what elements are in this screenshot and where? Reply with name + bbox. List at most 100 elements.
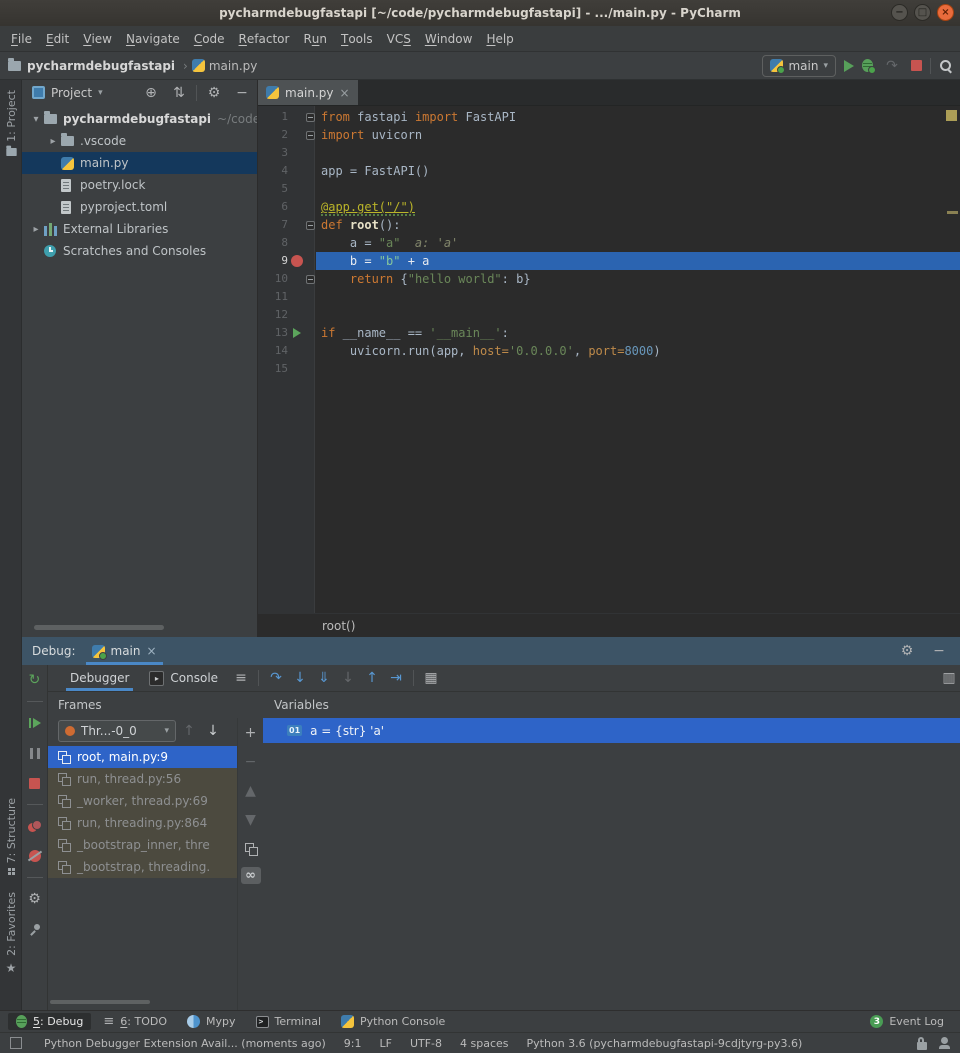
hide-panel-icon[interactable]: − [231, 82, 253, 104]
line-number[interactable]: 2 [258, 126, 290, 144]
sidebar-tab-project[interactable]: 1: Project [0, 90, 22, 157]
duplicate-icon[interactable] [240, 838, 262, 860]
stack-frame-row[interactable]: run, thread.py:56 [48, 768, 237, 790]
run-configuration-select[interactable]: main ▾ [762, 55, 836, 77]
gutter-icon-column[interactable] [290, 255, 304, 267]
collapse-all-icon[interactable]: ⇅ [168, 82, 190, 104]
run-button[interactable] [844, 60, 854, 72]
settings-icon[interactable]: ⚙ [24, 888, 46, 910]
line-number[interactable]: 7 [258, 216, 290, 234]
toolwindow-button-terminal[interactable]: >Terminal [248, 1013, 330, 1030]
chevron-down-icon[interactable]: ▾ [98, 88, 103, 98]
toolwindow-button-5-debug[interactable]: 5: Debug [8, 1013, 91, 1030]
line-number[interactable]: 12 [258, 306, 290, 324]
pin-icon[interactable] [24, 918, 46, 940]
show-execution-point-icon[interactable]: ≡ [230, 667, 252, 689]
force-step-into-icon[interactable]: ⇓ [313, 667, 335, 689]
tree-item-pyproject-toml[interactable]: pyproject.toml [22, 196, 257, 218]
fold-marker-icon[interactable] [306, 275, 315, 284]
toolwindow-button-python-console[interactable]: Python Console [333, 1013, 453, 1030]
breadcrumb-function[interactable]: root() [322, 619, 355, 633]
warning-stripe-mark[interactable] [947, 211, 958, 214]
gutter-icon-column[interactable] [290, 328, 304, 338]
fold-marker-icon[interactable] [306, 131, 315, 140]
breakpoint-icon[interactable] [291, 255, 303, 267]
inspection-indicator[interactable] [946, 110, 957, 121]
tree-expanded-icon[interactable]: ▾ [28, 114, 44, 125]
stack-frame-row[interactable]: _bootstrap_inner, thre [48, 834, 237, 856]
line-number[interactable]: 10 [258, 270, 290, 288]
tree-item-pycharmdebugfastapi[interactable]: ▾pycharmdebugfastapi~/code/pycharmdebugf… [22, 108, 257, 130]
tree-collapsed-icon[interactable]: ▸ [45, 136, 61, 147]
menu-item-run[interactable]: Run [296, 26, 334, 51]
menu-item-file[interactable]: File [4, 26, 39, 51]
tab-debugger[interactable]: Debugger [62, 665, 137, 691]
smart-step-into-icon[interactable]: ↓ [337, 667, 359, 689]
line-ending[interactable]: LF [379, 1037, 391, 1050]
editor-tab-main-py[interactable]: main.py × [258, 80, 358, 105]
menu-item-view[interactable]: View [76, 26, 119, 51]
fold-column[interactable] [304, 131, 316, 140]
menu-item-vcs[interactable]: VCS [380, 26, 418, 51]
add-watch-icon[interactable]: + [240, 722, 262, 744]
menu-item-help[interactable]: Help [479, 26, 520, 51]
menu-item-window[interactable]: Window [418, 26, 480, 51]
line-number[interactable]: 5 [258, 180, 290, 198]
menu-item-refactor[interactable]: Refactor [232, 26, 297, 51]
evaluate-icon[interactable]: ▦ [420, 667, 442, 689]
layout-settings-icon[interactable]: ▥ [938, 667, 960, 689]
profiler-button[interactable]: ↷ [881, 55, 903, 77]
python-interpreter[interactable]: Python 3.6 (pycharmdebugfastapi-9cdjtyrg… [527, 1037, 803, 1050]
step-out-icon[interactable]: ↑ [361, 667, 383, 689]
stack-frame-row[interactable]: _bootstrap, threading. [48, 856, 237, 878]
tab-console[interactable]: ▸ Console [141, 665, 226, 691]
toolwindow-button-event-log[interactable]: 3Event Log [862, 1013, 952, 1030]
gear-icon[interactable]: ⚙ [896, 640, 918, 662]
line-number[interactable]: 8 [258, 234, 290, 252]
tree-item-external-libraries[interactable]: ▸External Libraries [22, 218, 257, 240]
project-horizontal-scrollbar[interactable] [34, 625, 164, 630]
run-line-icon[interactable] [293, 328, 301, 338]
minimize-button[interactable]: − [891, 4, 908, 21]
tree-item-main-py[interactable]: main.py [22, 152, 257, 174]
project-panel-title[interactable]: Project [51, 86, 92, 100]
frames-horizontal-scrollbar[interactable] [50, 1000, 150, 1004]
maximize-button[interactable]: □ [914, 4, 931, 21]
step-over-icon[interactable]: ↷ [265, 667, 287, 689]
gear-icon[interactable]: ⚙ [203, 82, 225, 104]
line-number[interactable]: 15 [258, 360, 290, 378]
breadcrumb-project[interactable]: pycharmdebugfastapi [27, 59, 175, 73]
sidebar-tab-structure[interactable]: 7: Structure [0, 798, 22, 875]
remove-watch-icon[interactable]: − [240, 751, 262, 773]
fold-marker-icon[interactable] [306, 113, 315, 122]
hide-panel-icon[interactable]: − [928, 640, 950, 662]
line-number[interactable]: 3 [258, 144, 290, 162]
line-number[interactable]: 4 [258, 162, 290, 180]
show-values-inline-icon[interactable]: ∞ [241, 867, 261, 884]
frame-up-icon[interactable]: ↑ [178, 720, 200, 742]
rerun-icon[interactable]: ↻ [24, 669, 46, 691]
close-button[interactable]: × [937, 4, 954, 21]
resume-icon[interactable] [24, 712, 46, 734]
stop-icon[interactable] [24, 772, 46, 794]
step-into-icon[interactable]: ↓ [289, 667, 311, 689]
close-icon[interactable]: × [340, 86, 350, 100]
tree-collapsed-icon[interactable]: ▸ [28, 224, 44, 235]
file-encoding[interactable]: UTF-8 [410, 1037, 442, 1050]
move-down-icon[interactable]: ▼ [240, 809, 262, 831]
line-number[interactable]: 9 [258, 252, 290, 270]
line-number[interactable]: 1 [258, 108, 290, 126]
lock-icon[interactable] [917, 1042, 927, 1050]
menu-item-code[interactable]: Code [187, 26, 232, 51]
run-to-cursor-icon[interactable]: ⇥ [385, 667, 407, 689]
close-icon[interactable]: × [147, 644, 157, 658]
stack-frame-row[interactable]: run, threading.py:864 [48, 812, 237, 834]
highlighting-level-icon[interactable] [939, 1037, 950, 1049]
locate-file-icon[interactable]: ⊕ [140, 82, 162, 104]
tree-item--vscode[interactable]: ▸.vscode [22, 130, 257, 152]
fold-column[interactable] [304, 275, 316, 284]
pause-icon[interactable] [24, 742, 46, 764]
status-message[interactable]: Python Debugger Extension Avail... (mome… [44, 1037, 326, 1050]
menu-item-tools[interactable]: Tools [334, 26, 380, 51]
line-number[interactable]: 14 [258, 342, 290, 360]
